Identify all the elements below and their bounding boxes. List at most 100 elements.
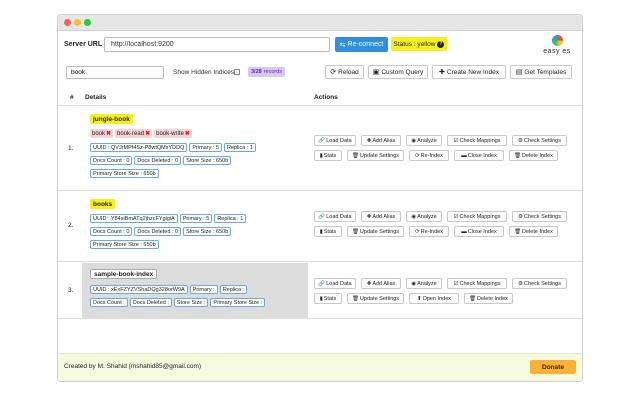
credit-text: Created by M. Shahid (mshahid85@gmail.co… — [64, 363, 202, 370]
docs-count-chip: Docs Count : 0 — [90, 156, 133, 165]
stats-button[interactable]: ▮ Stats — [314, 150, 342, 161]
column-header-number: # — [70, 94, 74, 101]
upload-icon: ⬆ — [416, 295, 422, 302]
load-data-button[interactable]: 🔗 Load Data — [314, 135, 356, 146]
store-size-chip: Store Size : — [173, 298, 209, 307]
alias-label: book-read — [117, 130, 145, 137]
minimize-window-button[interactable] — [74, 19, 81, 26]
check-mappings-label: Check Mappings — [459, 137, 501, 144]
stats-button[interactable]: ▮ Stats — [314, 293, 342, 304]
load-data-button[interactable]: 🔗 Load Data — [314, 278, 356, 289]
check-mappings-button[interactable]: ☑ Check Mappings — [447, 135, 507, 146]
link-icon: 🔗 — [318, 213, 326, 220]
trash-icon: 🗑 — [351, 152, 359, 159]
bar-chart-icon: ▮ — [319, 152, 323, 159]
reindex-label: Re-Index — [420, 152, 443, 159]
add-alias-button[interactable]: ✚ Add Alias — [361, 135, 401, 146]
delete-index-button[interactable]: 🗑 Delete Index — [509, 150, 558, 161]
alias-label: book — [92, 130, 106, 137]
reconnect-button[interactable]: ⇆ Re-connect — [335, 37, 388, 52]
create-index-button[interactable]: ✚ Create New Index — [432, 65, 506, 79]
check-mappings-button[interactable]: ☑ Check Mappings — [447, 211, 507, 222]
analyze-label: Analyze — [417, 137, 437, 144]
alias-chip: book ✖ — [90, 129, 114, 138]
analyze-button[interactable]: ◉ Analyze — [406, 135, 442, 146]
alias-list: book ✖ book-read ✖ book-write ✖ — [90, 129, 192, 138]
primary-store-size-chip: Primary Store Size : 650b — [90, 169, 159, 178]
table-header: # Details Actions — [58, 92, 582, 106]
add-alias-label: Add Alias — [372, 280, 396, 287]
analyze-button[interactable]: ◉ Analyze — [406, 211, 442, 222]
row-number: 3. — [68, 287, 74, 294]
lock-icon: ▬ — [461, 152, 467, 159]
refresh-icon: ⟳ — [330, 69, 337, 76]
check-settings-label: Check Settings — [523, 213, 561, 220]
primary-store-size-chip: Primary Store Size : 650b — [90, 240, 159, 249]
check-settings-button[interactable]: ⚙ Check Settings — [512, 278, 567, 289]
reindex-button[interactable]: ⟳ Re-Index — [409, 226, 449, 237]
show-hidden-checkbox[interactable] — [234, 69, 240, 75]
check-settings-button[interactable]: ⚙ Check Settings — [512, 211, 567, 222]
analyze-label: Analyze — [417, 280, 437, 287]
records-label: records — [263, 69, 283, 75]
trash-icon: 🗑 — [514, 228, 522, 235]
records-count: 3/28 — [251, 69, 262, 75]
analyze-label: Analyze — [417, 213, 437, 220]
check-mappings-button[interactable]: ☑ Check Mappings — [447, 278, 507, 289]
create-index-label: Create New Index — [446, 68, 499, 76]
update-settings-button[interactable]: 🗑 Update Settings — [347, 150, 404, 161]
eye-icon: ◉ — [411, 213, 417, 220]
donate-button[interactable]: Donate — [530, 360, 576, 374]
logo-icon — [551, 35, 563, 46]
load-data-button[interactable]: 🔗 Load Data — [314, 211, 356, 222]
index-name[interactable]: jungle-book — [90, 114, 133, 124]
template-icon: ▤ — [515, 69, 523, 76]
help-icon[interactable]: ? — [437, 40, 445, 48]
maximize-window-button[interactable] — [84, 19, 91, 26]
reindex-button[interactable]: ⟳ Re-Index — [409, 150, 449, 161]
delete-index-label: Delete Index — [522, 228, 553, 235]
add-alias-button[interactable]: ✚ Add Alias — [361, 211, 401, 222]
custom-query-button[interactable]: ▣ Custom Query — [368, 65, 428, 79]
index-name[interactable]: books — [90, 199, 116, 209]
close-index-button[interactable]: ▬ Close Index — [454, 150, 504, 161]
trash-icon: 🗑 — [351, 295, 359, 302]
index-actions: 🔗 Load Data ✚ Add Alias ◉ Analyze ☑ Check Ma… — [314, 107, 582, 190]
index-search-input[interactable] — [66, 66, 164, 79]
reconnect-icon: ⇆ — [339, 41, 346, 49]
index-name[interactable]: sample-book-index — [90, 269, 158, 279]
remove-alias-icon[interactable]: ✖ — [145, 130, 150, 137]
uuid-chip: UUID : QVJrMPf4Sz-P8wtQMsYDDQ — [90, 143, 188, 152]
close-index-label: Close Index — [467, 152, 497, 159]
bar-chart-icon: ▮ — [319, 228, 323, 235]
delete-index-button[interactable]: 🗑 Delete Index — [464, 293, 513, 304]
open-index-button[interactable]: ⬆ Open Index — [409, 293, 459, 304]
remove-alias-icon[interactable]: ✖ — [106, 130, 111, 137]
add-alias-button[interactable]: ✚ Add Alias — [361, 278, 401, 289]
docs-count-chip: Docs Count : — [90, 298, 128, 307]
close-index-button[interactable]: ▬ Close Index — [454, 226, 504, 237]
analyze-button[interactable]: ◉ Analyze — [406, 278, 442, 289]
close-window-button[interactable] — [64, 19, 71, 26]
update-settings-label: Update Settings — [359, 228, 400, 235]
stats-button[interactable]: ▮ Stats — [314, 226, 342, 237]
cluster-status-badge: Status : yellow ? — [391, 37, 447, 51]
check-settings-button[interactable]: ⚙ Check Settings — [512, 135, 567, 146]
remove-alias-icon[interactable]: ✖ — [185, 130, 190, 137]
column-header-details: Details — [85, 94, 107, 101]
index-info-line: Docs Count : 0 Docs Deleted : 0 Store Si… — [90, 156, 232, 165]
update-settings-button[interactable]: 🗑 Update Settings — [347, 293, 404, 304]
update-settings-button[interactable]: 🗑 Update Settings — [347, 226, 404, 237]
get-templates-label: Get Templates — [524, 68, 567, 76]
check-mappings-label: Check Mappings — [459, 280, 501, 287]
uuid-chip: UUID : xExFZYZVShaDQg328orW9A — [90, 285, 188, 294]
uuid-chip: UUID : Y84siBmATq2jhzcFYglgiA — [90, 214, 178, 223]
server-url-label: Server URL — [64, 41, 103, 48]
check-settings-label: Check Settings — [523, 137, 561, 144]
delete-index-button[interactable]: 🗑 Delete Index — [509, 226, 558, 237]
trash-icon: 🗑 — [469, 295, 477, 302]
reload-button[interactable]: ⟳ Reload — [325, 65, 364, 79]
server-url-input[interactable] — [104, 37, 330, 52]
table-row: 1. jungle-book book ✖ book-read ✖ book-wri… — [58, 107, 582, 191]
get-templates-button[interactable]: ▤ Get Templates — [510, 65, 572, 79]
